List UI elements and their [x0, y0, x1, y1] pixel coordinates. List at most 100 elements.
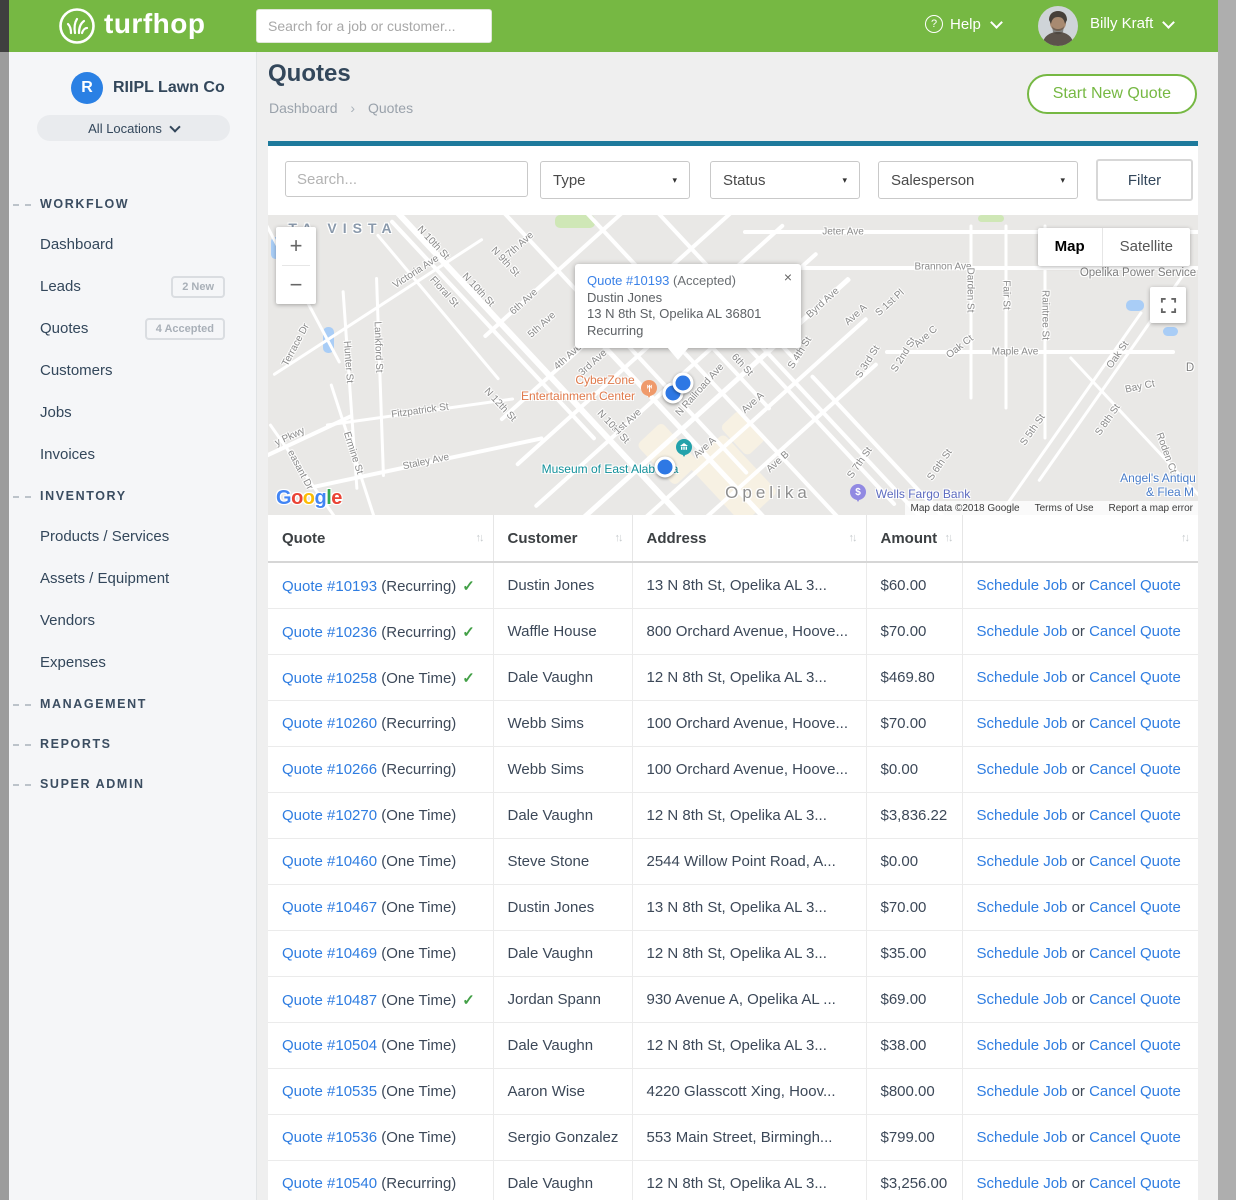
location-selector[interactable]: All Locations — [37, 115, 230, 141]
google-map[interactable]: + − Map Satellite × Quote #10193 (Accept… — [268, 215, 1198, 515]
filter-button[interactable]: Filter — [1096, 159, 1193, 201]
help-menu[interactable]: ? Help — [925, 15, 1001, 33]
quote-link[interactable]: Quote #10540 — [282, 1175, 377, 1192]
column-header-amount[interactable]: Amount↑↓ — [866, 515, 962, 562]
actions-cell: Schedule Job or Cancel Quote — [962, 1023, 1198, 1069]
schedule-job-link[interactable]: Schedule Job — [977, 945, 1068, 962]
quote-link[interactable]: Quote #10258 — [282, 670, 377, 687]
sidebar-item-dashboard[interactable]: Dashboard — [9, 224, 256, 266]
sidebar-item-expenses[interactable]: Expenses — [9, 642, 256, 684]
schedule-job-link[interactable]: Schedule Job — [977, 1037, 1068, 1054]
quote-cell: Quote #10266 (Recurring) — [268, 747, 493, 793]
breadcrumb-dashboard[interactable]: Dashboard — [269, 100, 338, 116]
nav-section-super-admin[interactable]: SUPER ADMIN — [9, 764, 256, 804]
quote-map-marker[interactable] — [673, 373, 694, 394]
satellite-view-button[interactable]: Satellite — [1102, 228, 1190, 266]
quote-link[interactable]: Quote #10467 — [282, 899, 377, 916]
cancel-quote-link[interactable]: Cancel Quote — [1089, 715, 1181, 732]
popup-quote-link[interactable]: Quote #10193 — [587, 273, 669, 288]
terms-of-use-link[interactable]: Terms of Use — [1035, 503, 1094, 514]
close-icon[interactable]: × — [784, 269, 792, 286]
quote-type: (One Time) — [377, 945, 456, 962]
cancel-quote-link[interactable]: Cancel Quote — [1089, 853, 1181, 870]
cancel-quote-link[interactable]: Cancel Quote — [1089, 761, 1181, 778]
quotes-search-input[interactable] — [285, 161, 528, 197]
cancel-quote-link[interactable]: Cancel Quote — [1089, 807, 1181, 824]
schedule-job-link[interactable]: Schedule Job — [977, 853, 1068, 870]
schedule-job-link[interactable]: Schedule Job — [977, 623, 1068, 640]
cancel-quote-link[interactable]: Cancel Quote — [1089, 1037, 1181, 1054]
nav-section-management[interactable]: MANAGEMENT — [9, 684, 256, 724]
quote-link[interactable]: Quote #10193 — [282, 578, 377, 595]
google-logo[interactable]: Google — [276, 487, 342, 510]
zoom-out-button[interactable]: − — [276, 266, 316, 304]
quote-link[interactable]: Quote #10535 — [282, 1083, 377, 1100]
cancel-quote-link[interactable]: Cancel Quote — [1089, 577, 1181, 594]
nav-section-reports[interactable]: REPORTS — [9, 724, 256, 764]
sidebar-item-leads[interactable]: Leads2 New — [9, 266, 256, 308]
quote-link[interactable]: Quote #10469 — [282, 945, 377, 962]
quote-link[interactable]: Quote #10260 — [282, 715, 377, 732]
column-header-actions[interactable]: ↑↓ — [962, 515, 1198, 562]
sidebar-item-products-services[interactable]: Products / Services — [9, 516, 256, 558]
cancel-quote-link[interactable]: Cancel Quote — [1089, 1083, 1181, 1100]
quote-link[interactable]: Quote #10460 — [282, 853, 377, 870]
quote-link[interactable]: Quote #10536 — [282, 1129, 377, 1146]
global-search-input[interactable] — [256, 9, 492, 43]
cancel-quote-link[interactable]: Cancel Quote — [1089, 623, 1181, 640]
user-avatar[interactable] — [1038, 6, 1078, 46]
popup-quote-status: (Accepted) — [673, 273, 736, 288]
cancel-quote-link[interactable]: Cancel Quote — [1089, 991, 1181, 1008]
schedule-job-link[interactable]: Schedule Job — [977, 715, 1068, 732]
cancel-quote-link[interactable]: Cancel Quote — [1089, 1129, 1181, 1146]
schedule-job-link[interactable]: Schedule Job — [977, 807, 1068, 824]
schedule-job-link[interactable]: Schedule Job — [977, 991, 1068, 1008]
brand-wordmark[interactable]: turfhop — [104, 8, 205, 40]
bank-poi-icon[interactable]: $ — [850, 484, 866, 500]
column-header-customer[interactable]: Customer↑↓ — [493, 515, 632, 562]
sidebar-item-jobs[interactable]: Jobs — [9, 392, 256, 434]
sidebar-item-quotes[interactable]: Quotes4 Accepted — [9, 308, 256, 350]
type-filter-select[interactable]: Type ▾ — [540, 161, 690, 199]
status-filter-select[interactable]: Status ▾ — [710, 161, 860, 199]
food-poi-icon[interactable] — [641, 380, 657, 396]
museum-poi-icon[interactable] — [676, 439, 692, 455]
cancel-quote-link[interactable]: Cancel Quote — [1089, 669, 1181, 686]
schedule-job-link[interactable]: Schedule Job — [977, 1175, 1068, 1192]
cancel-quote-link[interactable]: Cancel Quote — [1089, 1175, 1181, 1192]
table-row: Quote #10467 (One Time)Dustin Jones13 N … — [268, 885, 1198, 931]
quote-link[interactable]: Quote #10266 — [282, 761, 377, 778]
column-header-address[interactable]: Address↑↓ — [632, 515, 866, 562]
sidebar-item-assets-equipment[interactable]: Assets / Equipment — [9, 558, 256, 600]
schedule-job-link[interactable]: Schedule Job — [977, 761, 1068, 778]
schedule-job-link[interactable]: Schedule Job — [977, 899, 1068, 916]
quote-map-marker[interactable] — [655, 457, 676, 478]
schedule-job-link[interactable]: Schedule Job — [977, 577, 1068, 594]
page-scrollbar[interactable] — [1218, 0, 1236, 1200]
schedule-job-link[interactable]: Schedule Job — [977, 1083, 1068, 1100]
report-map-error-link[interactable]: Report a map error — [1109, 503, 1193, 514]
start-new-quote-button[interactable]: Start New Quote — [1027, 74, 1197, 114]
sidebar-item-vendors[interactable]: Vendors — [9, 600, 256, 642]
left-scrollbar[interactable] — [0, 0, 9, 1200]
company-name: RIIPL Lawn Co — [113, 79, 225, 97]
map-label: Hunter St — [341, 341, 355, 384]
nav-section-workflow[interactable]: WORKFLOW — [9, 184, 256, 224]
sidebar-item-invoices[interactable]: Invoices — [9, 434, 256, 476]
cancel-quote-link[interactable]: Cancel Quote — [1089, 945, 1181, 962]
schedule-job-link[interactable]: Schedule Job — [977, 669, 1068, 686]
zoom-in-button[interactable]: + — [276, 227, 316, 265]
cancel-quote-link[interactable]: Cancel Quote — [1089, 899, 1181, 916]
fullscreen-button[interactable] — [1150, 287, 1186, 323]
quote-link[interactable]: Quote #10270 — [282, 807, 377, 824]
user-menu[interactable]: Billy Kraft — [1090, 15, 1173, 32]
sidebar-item-customers[interactable]: Customers — [9, 350, 256, 392]
map-view-button[interactable]: Map — [1038, 228, 1102, 266]
quote-link[interactable]: Quote #10236 — [282, 624, 377, 641]
nav-section-inventory[interactable]: INVENTORY — [9, 476, 256, 516]
salesperson-filter-select[interactable]: Salesperson ▾ — [878, 161, 1078, 199]
quote-link[interactable]: Quote #10487 — [282, 992, 377, 1009]
column-header-quote[interactable]: Quote↑↓ — [268, 515, 493, 562]
schedule-job-link[interactable]: Schedule Job — [977, 1129, 1068, 1146]
quote-link[interactable]: Quote #10504 — [282, 1037, 377, 1054]
